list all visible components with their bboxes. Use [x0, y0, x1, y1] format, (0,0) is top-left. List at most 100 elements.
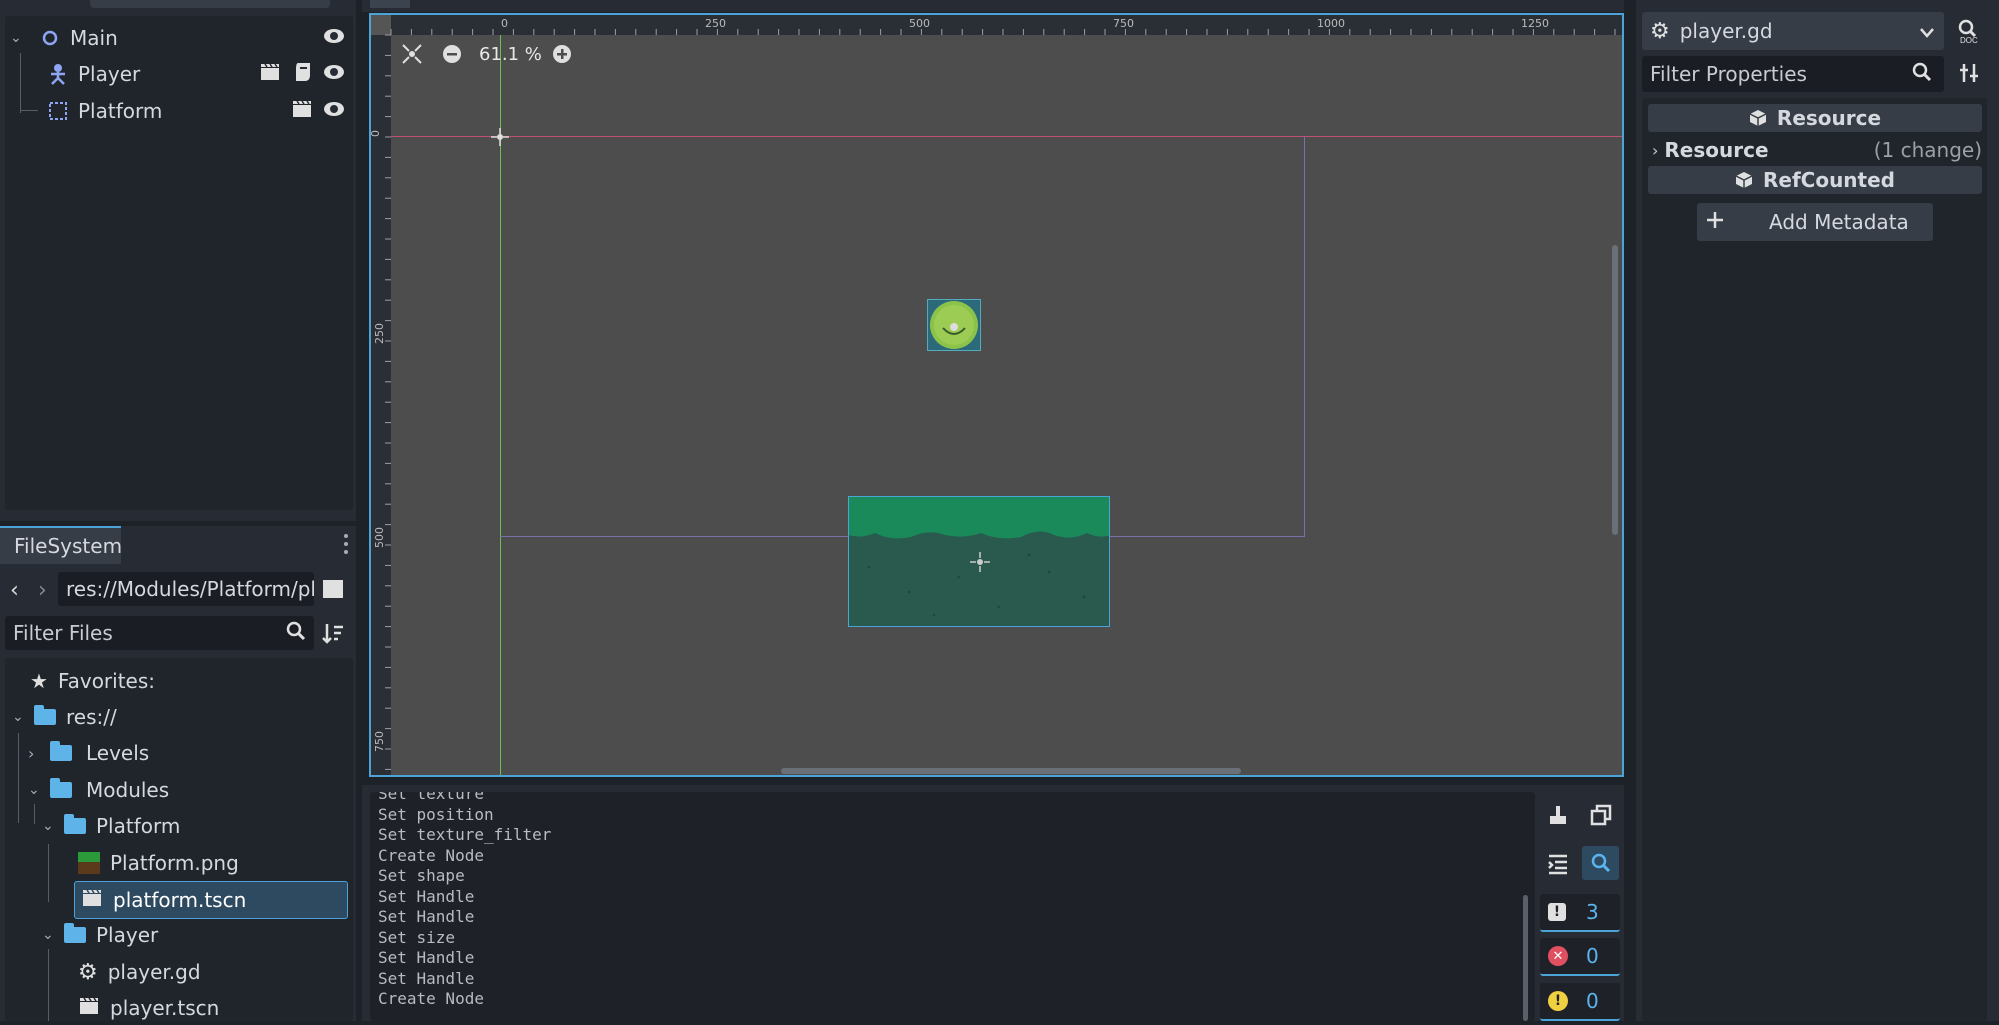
scene-node-main[interactable]: ⌄ Main — [10, 21, 345, 55]
output-line: Set texture — [378, 792, 484, 803]
output-line: Set position — [378, 804, 494, 824]
scene-node-player[interactable]: Player — [10, 53, 345, 113]
file-item-platform-folder[interactable]: ⌄ Platform — [42, 809, 180, 843]
filter-output-button[interactable] — [1582, 846, 1619, 880]
section-resource-header[interactable]: Resource — [1648, 104, 1982, 132]
add-metadata-label: Add Metadata — [1769, 210, 1909, 234]
scene-file-icon — [81, 888, 103, 913]
chevron-down-icon[interactable]: ⌄ — [10, 30, 28, 46]
visibility-eye-icon[interactable] — [323, 25, 345, 52]
viewport-tab-marker[interactable] — [370, 0, 410, 8]
toggle-errors-button[interactable]: ✕ 0 — [1540, 938, 1620, 976]
sort-icon[interactable] — [322, 622, 344, 649]
toggle-messages-button[interactable]: ! 3 — [1540, 894, 1620, 932]
zoom-out-icon[interactable] — [441, 43, 463, 70]
resource-name: player.gd — [1679, 19, 1773, 43]
gear-icon: ⚙ — [78, 959, 98, 985]
section-refcounted-header[interactable]: RefCounted — [1648, 166, 1982, 194]
file-item-label: Modules — [86, 778, 170, 802]
file-item-favorites[interactable]: ★ Favorites: — [30, 664, 155, 698]
search-icon — [1912, 62, 1932, 87]
chevron-right-icon[interactable]: › — [1652, 141, 1658, 160]
inspector-tools-icon[interactable] — [1958, 62, 1980, 89]
output-line: Set shape — [378, 866, 465, 885]
collapse-output-icon[interactable] — [1547, 853, 1569, 880]
filesystem-tab[interactable]: FileSystem — [0, 526, 123, 564]
chevron-down-icon[interactable] — [1920, 19, 1934, 43]
platform-sprite[interactable] — [848, 496, 1110, 627]
viewport-horizontal-scrollbar[interactable] — [781, 768, 1241, 774]
warning-count: 0 — [1586, 989, 1599, 1013]
chevron-down-icon[interactable]: ⌄ — [28, 782, 46, 798]
file-item-res-root[interactable]: ⌄ res:// — [12, 700, 117, 734]
dock-menu-icon[interactable] — [343, 533, 349, 555]
file-item-player-folder[interactable]: ⌄ Player — [42, 918, 158, 952]
output-line: Create Node — [378, 989, 484, 1008]
viewport-top-strip — [362, 0, 1624, 12]
output-line: Set texture_filter — [378, 825, 552, 844]
output-line: Set Handle — [378, 886, 475, 906]
player-sprite[interactable] — [927, 299, 981, 351]
scene-node-label: Player — [78, 62, 141, 86]
toggle-split-icon[interactable] — [323, 580, 343, 598]
property-resource[interactable]: › Resource (1 change) — [1652, 133, 1982, 167]
output-scrollbar[interactable] — [1523, 895, 1528, 1021]
chevron-down-icon[interactable]: ⌄ — [42, 927, 60, 943]
scene-node-platform[interactable]: Platform — [10, 88, 345, 128]
section-title: Resource — [1776, 106, 1882, 130]
instance-clapper-icon[interactable] — [291, 99, 313, 124]
copy-output-icon[interactable] — [1590, 804, 1612, 831]
message-icon: ! — [1548, 903, 1566, 921]
ruler-label: 250 — [373, 323, 386, 344]
viewport-bounds-rect — [500, 136, 1305, 537]
filter-properties-input[interactable]: Filter Properties — [1642, 56, 1944, 92]
property-change-count: (1 change) — [1873, 138, 1982, 162]
folder-icon — [64, 923, 86, 943]
open-docs-icon[interactable]: DOC — [1956, 18, 1982, 49]
file-item-platform-png[interactable]: Platform.png — [78, 846, 239, 880]
file-item-label: player.gd — [107, 960, 201, 984]
ruler-label: 1250 — [1521, 17, 1549, 30]
resource-selector[interactable]: ⚙ player.gd — [1642, 12, 1944, 50]
file-item-platform-tscn[interactable]: platform.tscn — [74, 881, 348, 919]
ruler-label: 1000 — [1317, 17, 1345, 30]
filesystem-tab-label: FileSystem — [14, 534, 123, 558]
output-lines: Set texture Set position Set texture_fil… — [378, 792, 1535, 1010]
clear-output-icon[interactable] — [1547, 804, 1569, 831]
file-item-modules[interactable]: ⌄ Modules — [28, 773, 169, 807]
file-item-levels[interactable]: › Levels — [28, 736, 149, 770]
script-icon[interactable] — [293, 61, 313, 88]
output-line: Set Handle — [378, 968, 475, 988]
section-title: RefCounted — [1762, 168, 1895, 192]
zoom-in-icon[interactable] — [551, 43, 573, 70]
visibility-eye-icon[interactable] — [323, 98, 345, 125]
toggle-warnings-button[interactable]: ! 0 — [1540, 983, 1620, 1021]
folder-icon — [64, 814, 86, 834]
property-label: Resource — [1664, 138, 1769, 162]
chevron-down-icon[interactable]: ⌄ — [12, 709, 30, 725]
tree-guide-line — [48, 949, 49, 1021]
ruler-top-labels: 0 250 500 750 1000 1250 — [371, 15, 1622, 35]
zoom-level-label[interactable]: 61.1 % — [479, 44, 542, 65]
output-line: Set Handle — [378, 948, 475, 967]
viewport-2d[interactable]: 0 250 500 750 1000 1250 0 250 500 750 61… — [369, 13, 1624, 777]
file-item-label: res:// — [66, 705, 117, 729]
nav-back-icon[interactable]: ‹ — [10, 578, 19, 603]
file-item-label: Levels — [86, 741, 150, 765]
add-metadata-button[interactable]: Add Metadata — [1697, 203, 1933, 241]
filesystem-path-field[interactable]: res://Modules/Platform/pla — [58, 572, 314, 606]
file-item-player-gd[interactable]: ⚙ player.gd — [78, 955, 201, 989]
chevron-down-icon[interactable]: ⌄ — [42, 818, 60, 834]
nav-forward-icon[interactable]: › — [38, 578, 47, 603]
filesystem-path-text: res://Modules/Platform/pla — [66, 577, 314, 601]
chevron-right-icon[interactable]: › — [28, 744, 46, 763]
center-view-icon[interactable] — [401, 43, 423, 70]
visibility-eye-icon[interactable] — [323, 61, 345, 88]
viewport-vertical-scrollbar[interactable] — [1612, 245, 1618, 535]
file-item-player-tscn[interactable]: player.tscn — [78, 991, 219, 1025]
filter-files-input[interactable]: Filter Files — [5, 616, 314, 650]
ruler-label: 750 — [373, 731, 386, 752]
search-icon — [286, 621, 306, 646]
instance-clapper-icon[interactable] — [259, 62, 281, 87]
output-log[interactable]: Set texture Set position Set texture_fil… — [370, 792, 1535, 1021]
